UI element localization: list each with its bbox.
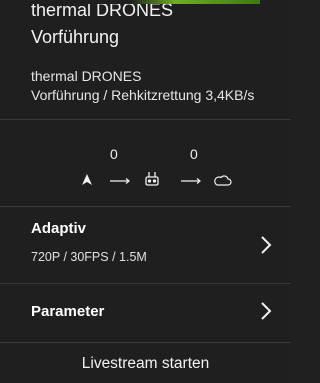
quality-detail: 720P / 30FPS / 1.5M (31, 250, 147, 264)
stream-meta: thermal DRONES Vorführung / Rehkitzrettu… (31, 67, 285, 105)
parameter-title: Parameter (31, 303, 105, 320)
header-title: thermal DRONES (31, 4, 174, 20)
quality-row[interactable]: Adaptiv 720P / 30FPS / 1.5M (0, 207, 291, 283)
start-livestream-button[interactable]: Livestream starten (0, 355, 291, 373)
divider (0, 342, 291, 343)
aircraft-arrow-icon (82, 174, 92, 185)
header-subtitle: Vorführung (31, 27, 120, 47)
arrow-right-icon (110, 178, 130, 184)
livestream-panel: thermal DRONES Vorführung thermal DRONES… (0, 0, 291, 383)
chevron-right-icon (261, 236, 272, 254)
arrow-right-icon (181, 178, 201, 184)
controller-icon (145, 172, 159, 186)
meta-detail: Vorführung / Rehkitzrettung 3,4KB/s (31, 87, 255, 103)
link-status: 0 0 (0, 126, 291, 206)
link-diagram (82, 172, 232, 186)
quality-title: Adaptiv (31, 220, 87, 237)
meta-org: thermal DRONES (31, 68, 142, 84)
cloud-icon (214, 175, 232, 186)
parameter-row[interactable]: Parameter (0, 284, 291, 342)
header-title-clip: thermal DRONES (31, 4, 281, 24)
divider (0, 119, 291, 120)
chevron-right-icon (261, 302, 272, 320)
header: thermal DRONES Vorführung (31, 4, 281, 48)
